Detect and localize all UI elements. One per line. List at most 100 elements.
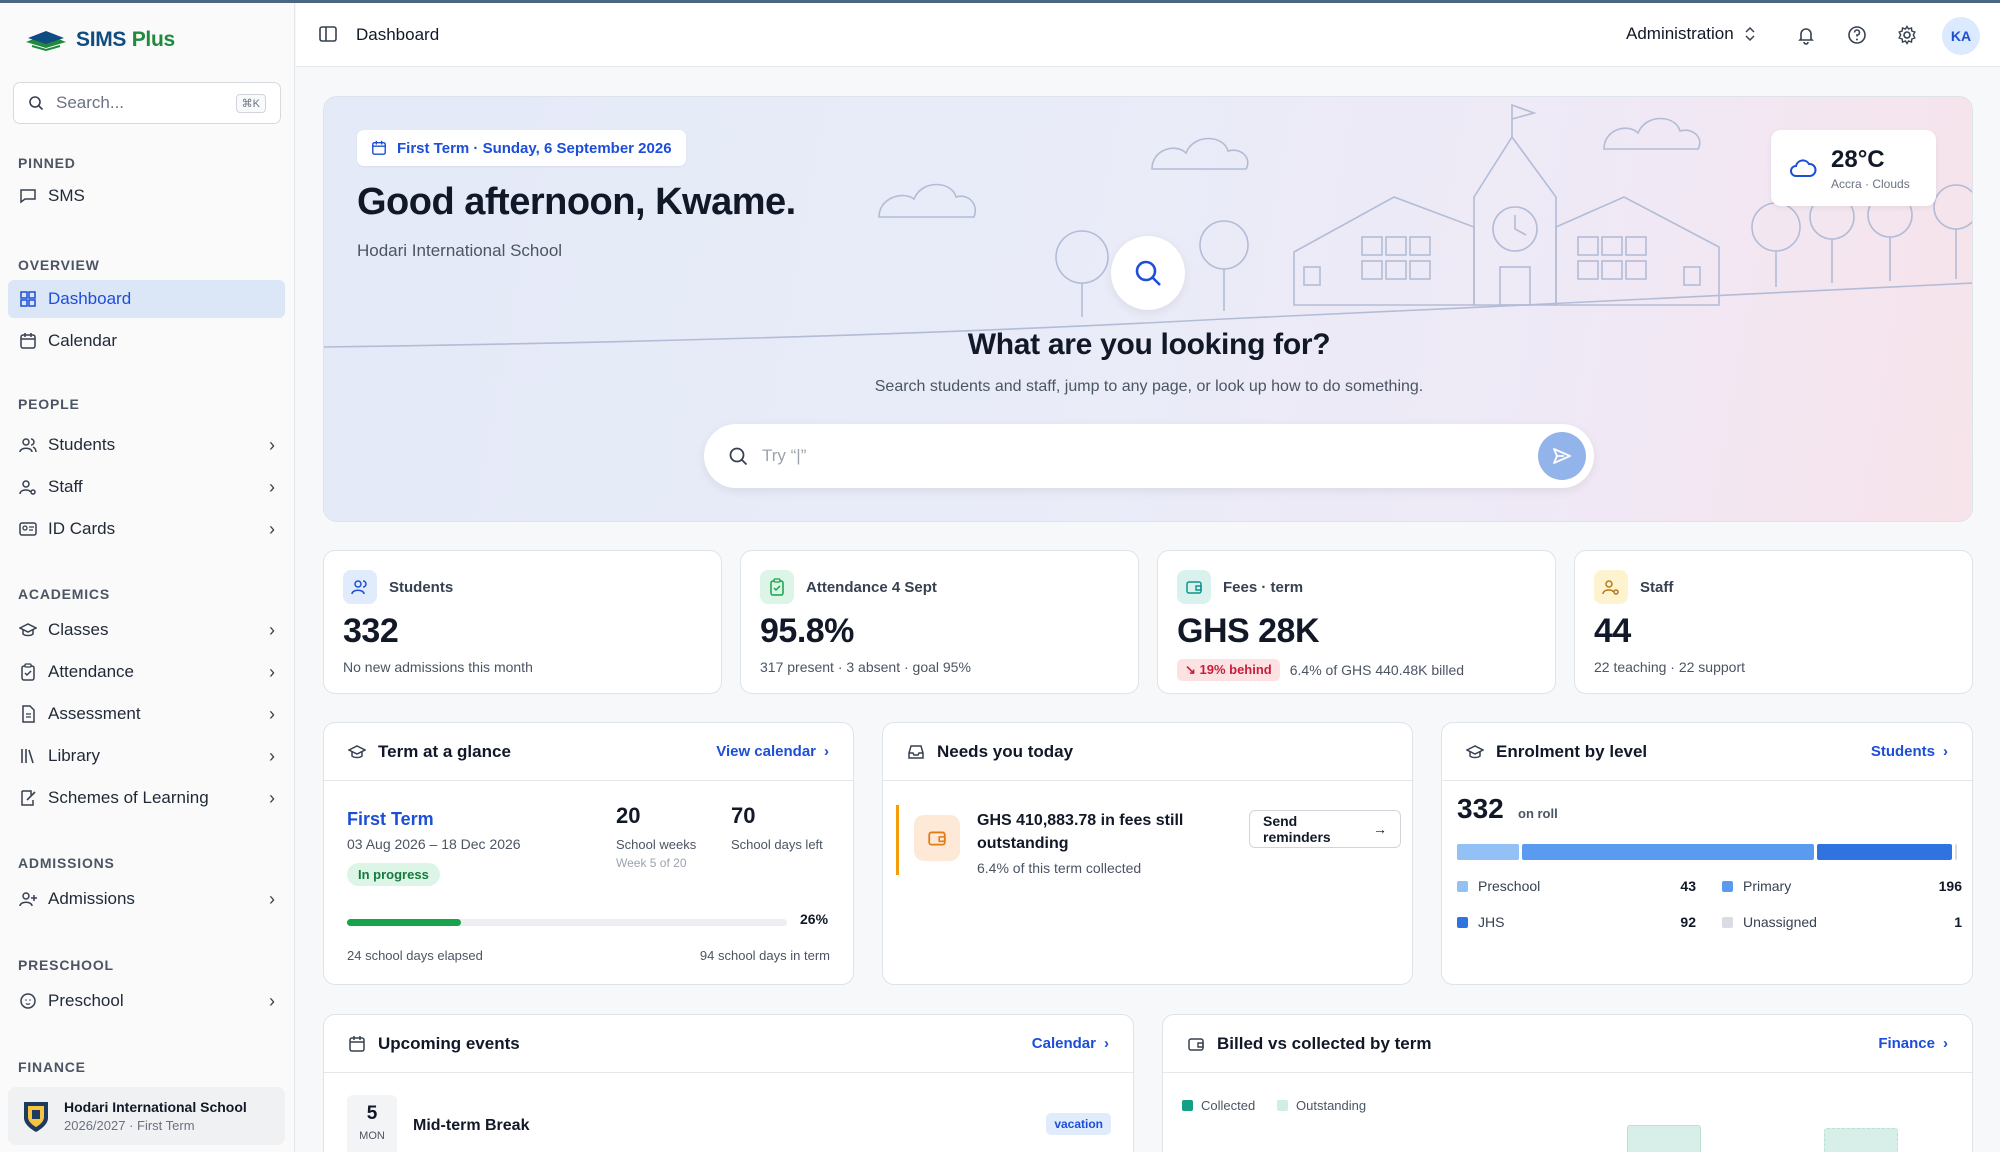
panel-title: Needs you today [937, 741, 1074, 761]
search-icon [29, 96, 44, 111]
chevron-right-icon: › [269, 787, 275, 808]
library-icon [18, 746, 38, 766]
sidebar-item-preschool[interactable]: Preschool › [8, 982, 285, 1020]
legend-item: Preschool [1457, 878, 1540, 894]
legend-swatch [1722, 880, 1733, 892]
term-progress-bar [347, 919, 787, 926]
school-switcher[interactable]: Hodari International School 2026/2027 · … [8, 1087, 285, 1145]
calendar-icon [372, 140, 386, 155]
app-logo[interactable]: SIMS Plus [24, 28, 175, 52]
enrolment-segment [1955, 844, 1958, 860]
stat-card-students[interactable]: Students 332 No new admissions this mont… [323, 550, 722, 694]
file-text-icon [18, 704, 38, 724]
sidebar-item-id-cards[interactable]: ID Cards › [8, 510, 285, 548]
hero-school-name: Hodari International School [357, 241, 563, 260]
greeting: Good afternoon, Kwame. [357, 181, 796, 223]
user-cog-icon [1594, 570, 1628, 604]
enrolment-panel: Enrolment by level Students › 332 on roll… [1441, 722, 1973, 985]
inbox-icon [908, 744, 924, 759]
stat-card-staff[interactable]: Staff 44 22 teaching · 22 support [1574, 550, 1973, 694]
stat-card-attendance[interactable]: Attendance 4 Sept 95.8% 317 present · 3 … [740, 550, 1139, 694]
sidebar-item-staff[interactable]: Staff › [8, 468, 285, 506]
sidebar-item-label: Schemes of Learning [48, 788, 209, 807]
app-name-part2: Plus [131, 28, 175, 51]
days-elapsed: 24 school days elapsed [347, 948, 483, 963]
search-icon [1135, 260, 1161, 286]
view-calendar-link[interactable]: View calendar › [716, 743, 829, 760]
chevron-right-icon: › [824, 743, 829, 760]
status-badge: In progress [347, 863, 440, 886]
sidebar-item-library[interactable]: Library › [8, 737, 285, 775]
enrolment-total-label: on roll [1518, 806, 1558, 821]
legend-label: JHS [1478, 914, 1505, 930]
sidebar-search[interactable]: Search... ⌘K [13, 82, 281, 124]
grid-icon [18, 289, 38, 309]
id-card-icon [18, 519, 38, 539]
avatar[interactable]: KA [1942, 17, 1980, 55]
sidebar-item-label: SMS [48, 186, 85, 205]
sidebar-item-dashboard[interactable]: Dashboard [8, 280, 285, 318]
calendar-icon [349, 1035, 365, 1052]
event-name[interactable]: Mid-term Break [413, 1117, 529, 1135]
event-month: MON [359, 1130, 385, 1142]
enrolment-segment [1521, 844, 1814, 860]
term-name[interactable]: First Term [347, 809, 434, 830]
send-icon [1553, 448, 1571, 464]
stat-value: 332 [343, 612, 399, 650]
link-label: Students [1870, 743, 1935, 760]
chart-bar [1627, 1125, 1701, 1152]
send-button[interactable] [1538, 432, 1586, 480]
sidebar-item-assessment[interactable]: Assessment › [8, 695, 285, 733]
gear-icon[interactable] [1896, 24, 1918, 46]
role-switcher[interactable]: Administration [1626, 24, 1756, 44]
legend-swatch [1457, 880, 1468, 892]
legend-collected: Collected [1182, 1098, 1255, 1113]
sidebar-item-label: Admissions [48, 889, 135, 908]
section-preschool: PRESCHOOL [18, 957, 114, 973]
finance-link[interactable]: Finance › [1878, 1035, 1948, 1052]
weather-widget: 28°C Accra · Clouds [1771, 130, 1936, 206]
behind-badge: ↘ 19% behind [1177, 659, 1280, 681]
fees-alert: GHS 410,883.78 in fees still outstanding… [896, 805, 1401, 876]
legend-swatch [1277, 1100, 1288, 1111]
sidebar-item-label: Attendance [48, 662, 135, 681]
sidebar-toggle-icon[interactable] [318, 24, 338, 49]
sidebar-item-attendance[interactable]: Attendance › [8, 653, 285, 691]
help-icon[interactable] [1846, 24, 1868, 46]
sidebar-item-schemes[interactable]: Schemes of Learning › [8, 779, 285, 817]
sidebar-item-calendar[interactable]: Calendar [8, 322, 285, 360]
sidebar-item-label: Dashboard [48, 289, 132, 308]
stat-card-fees[interactable]: Fees · term GHS 28K ↘ 19% behind 6.4% of… [1157, 550, 1556, 694]
stat-sub: No new admissions this month [343, 659, 533, 675]
events-panel: Upcoming events Calendar › 5 MON Mid-term… [323, 1014, 1134, 1152]
bell-icon[interactable] [1795, 24, 1817, 46]
cloud-icon [1790, 159, 1817, 177]
term-glance-panel: Term at a glance View calendar › First Te… [323, 722, 854, 985]
students-link[interactable]: Students › [1871, 743, 1948, 760]
send-reminders-button[interactable]: Send reminders → [1249, 810, 1401, 848]
sidebar-item-label: Assessment [48, 704, 141, 723]
sidebar-item-classes[interactable]: Classes › [8, 611, 285, 649]
calendar-link[interactable]: Calendar › [1032, 1035, 1109, 1052]
legend-outstanding: Outstanding [1277, 1098, 1366, 1113]
search-icon [729, 447, 748, 466]
sidebar-item-label: Library [48, 746, 100, 765]
legend-count: 196 [1938, 878, 1962, 894]
chevrons-up-down-icon [1745, 26, 1755, 42]
stat-value: GHS 28K [1177, 612, 1320, 650]
users-icon [18, 435, 38, 455]
sidebar-item-sms[interactable]: SMS [8, 177, 285, 215]
legend-swatch [1182, 1100, 1193, 1111]
sidebar-item-students[interactable]: Students › [8, 426, 285, 464]
chart-bar [1824, 1128, 1898, 1152]
days-left-value: 70 [731, 803, 756, 828]
app-name: SIMS Plus [76, 28, 175, 52]
wallet-icon [914, 815, 960, 861]
sidebar-item-admissions[interactable]: Admissions › [8, 880, 285, 918]
hero-search-input[interactable]: Try “|” [704, 424, 1594, 488]
term-progress-fill [347, 919, 462, 926]
term-date-label: First Term · Sunday, 6 September 2026 [397, 139, 672, 157]
stat-label: Fees · term [1223, 578, 1304, 596]
link-label: Finance [1878, 1035, 1935, 1052]
term-dates: 03 Aug 2026 – 18 Dec 2026 [347, 836, 521, 852]
